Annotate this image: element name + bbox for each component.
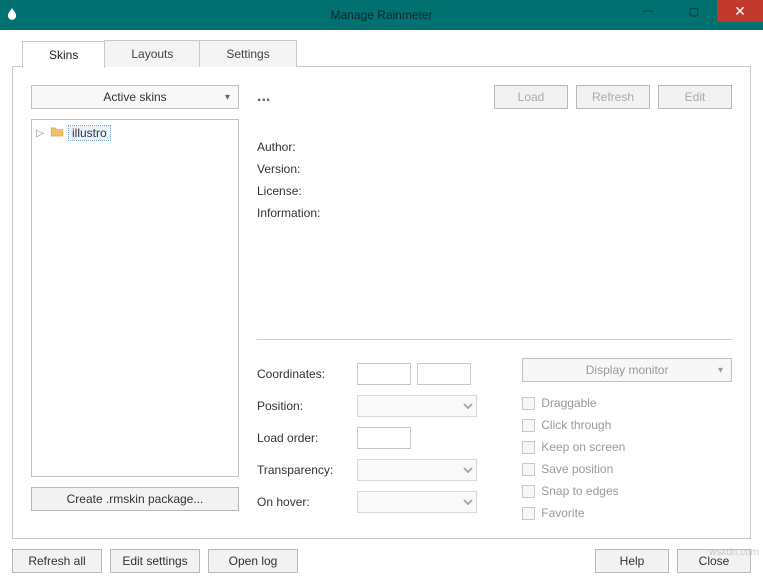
tab-settings[interactable]: Settings <box>199 40 296 67</box>
checkbox-label: Snap to edges <box>541 484 618 498</box>
active-skins-dropdown[interactable]: Active skins ▾ <box>31 85 239 109</box>
checkbox-label: Draggable <box>541 396 596 410</box>
license-label: License: <box>257 181 732 201</box>
checkbox-label: Click through <box>541 418 611 432</box>
left-column: Active skins ▾ ▷ illustro Create .rmskin… <box>31 85 239 524</box>
edit-button[interactable]: Edit <box>658 85 732 109</box>
folder-icon <box>50 126 64 141</box>
coord-x-input[interactable] <box>357 363 411 385</box>
tab-skins[interactable]: Skins <box>22 41 105 68</box>
click-through-checkbox[interactable]: Click through <box>522 414 732 436</box>
author-label: Author: <box>257 137 732 157</box>
skin-settings: Coordinates: Position: Load order: <box>257 358 732 524</box>
snap-to-edges-checkbox[interactable]: Snap to edges <box>522 480 732 502</box>
create-package-button[interactable]: Create .rmskin package... <box>31 487 239 511</box>
help-button[interactable]: Help <box>595 549 669 573</box>
chevron-down-icon: ▾ <box>225 92 230 103</box>
on-hover-label: On hover: <box>257 495 357 509</box>
favorite-checkbox[interactable]: Favorite <box>522 502 732 524</box>
keep-on-screen-checkbox[interactable]: Keep on screen <box>522 436 732 458</box>
tab-layouts[interactable]: Layouts <box>104 40 200 67</box>
chevron-down-icon: ▾ <box>718 365 723 376</box>
coord-y-input[interactable] <box>417 363 471 385</box>
display-monitor-label: Display monitor <box>586 363 669 377</box>
metadata-section: Author: Version: License: Information: <box>257 137 732 223</box>
separator <box>257 339 732 340</box>
watermark: wsxdn.com <box>709 547 759 558</box>
expand-icon[interactable]: ▷ <box>34 128 46 139</box>
position-label: Position: <box>257 399 357 413</box>
active-skins-label: Active skins <box>103 90 166 104</box>
checkbox-icon <box>522 419 535 432</box>
information-label: Information: <box>257 203 732 223</box>
checkbox-label: Save position <box>541 462 613 476</box>
open-log-button[interactable]: Open log <box>208 549 298 573</box>
refresh-all-button[interactable]: Refresh all <box>12 549 102 573</box>
maximize-button[interactable]: ▢ <box>671 0 717 22</box>
tab-strip: Skins Layouts Settings <box>22 40 751 67</box>
checkbox-icon <box>522 397 535 410</box>
edit-settings-button[interactable]: Edit settings <box>110 549 200 573</box>
skin-name-label: ... <box>257 88 270 106</box>
skin-tree[interactable]: ▷ illustro <box>31 119 239 477</box>
skins-panel: Active skins ▾ ▷ illustro Create .rmskin… <box>12 66 751 539</box>
right-column: ... Load Refresh Edit Author: Version: L… <box>257 85 732 524</box>
titlebar: Manage Rainmeter — ▢ ✕ <box>0 0 763 30</box>
app-icon <box>0 7 24 24</box>
checkbox-icon <box>522 507 535 520</box>
checkbox-icon <box>522 485 535 498</box>
draggable-checkbox[interactable]: Draggable <box>522 392 732 414</box>
close-button[interactable]: ✕ <box>717 0 763 22</box>
save-position-checkbox[interactable]: Save position <box>522 458 732 480</box>
on-hover-select[interactable] <box>357 491 477 513</box>
tree-item-label: illustro <box>68 125 111 141</box>
refresh-button[interactable]: Refresh <box>576 85 650 109</box>
load-order-label: Load order: <box>257 431 357 445</box>
minimize-button[interactable]: — <box>625 0 671 22</box>
client-area: Skins Layouts Settings Active skins ▾ ▷ … <box>0 30 763 581</box>
position-select[interactable] <box>357 395 477 417</box>
window-controls: — ▢ ✕ <box>625 0 763 22</box>
display-monitor-dropdown[interactable]: Display monitor ▾ <box>522 358 732 382</box>
coordinates-label: Coordinates: <box>257 367 357 381</box>
transparency-select[interactable] <box>357 459 477 481</box>
checkbox-label: Favorite <box>541 506 584 520</box>
load-order-input[interactable] <box>357 427 411 449</box>
tree-item[interactable]: ▷ illustro <box>34 124 236 142</box>
checkbox-icon <box>522 463 535 476</box>
checkbox-label: Keep on screen <box>541 440 625 454</box>
load-button[interactable]: Load <box>494 85 568 109</box>
version-label: Version: <box>257 159 732 179</box>
transparency-label: Transparency: <box>257 463 357 477</box>
checkbox-icon <box>522 441 535 454</box>
footer: Refresh all Edit settings Open log Help … <box>12 549 751 573</box>
